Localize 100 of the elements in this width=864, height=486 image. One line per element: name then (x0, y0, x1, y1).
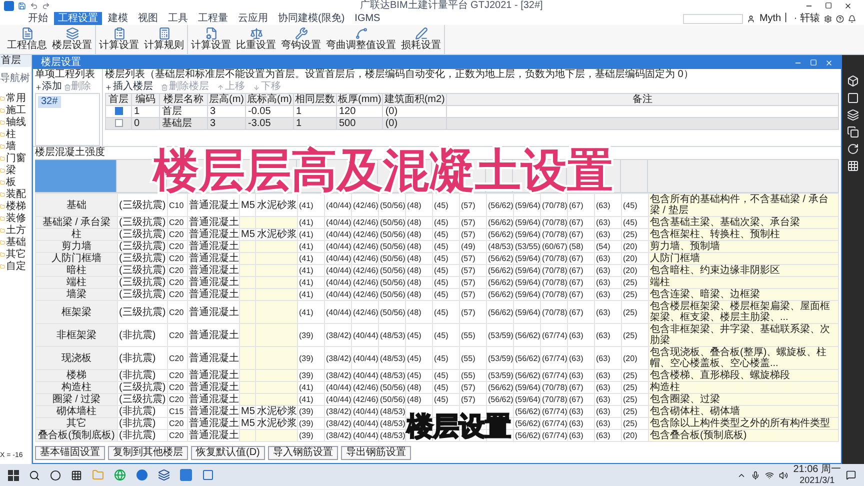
navigation-item[interactable]: 土方 (0, 225, 31, 236)
table-cell: (40/44) (324, 194, 352, 216)
navigation-item[interactable]: 门窗 (0, 153, 31, 164)
ribbon-button[interactable]: 弯曲调整值设置 (325, 25, 397, 54)
menu-tab[interactable]: 协同建模(限免) (274, 12, 349, 25)
ribbon-button[interactable]: 工程信息 (6, 25, 48, 54)
cube-icon[interactable] (847, 75, 859, 87)
dialog-button[interactable]: 恢复默认值(D) (191, 446, 265, 460)
search-icon[interactable] (29, 470, 40, 480)
undo-icon[interactable] (30, 2, 38, 10)
close-icon[interactable] (844, 2, 852, 10)
speaker-icon[interactable] (779, 470, 788, 480)
task-view-icon[interactable] (71, 470, 82, 480)
navigation-item[interactable]: 轴线 (0, 117, 31, 128)
search-field[interactable] (683, 14, 744, 24)
ribbon-button[interactable]: 计算设置 (98, 25, 140, 54)
table-cell: 500 (336, 118, 383, 130)
dialog-title: 楼层设置 (41, 56, 81, 68)
plus-icon (105, 84, 112, 90)
table-cell: (48) (406, 300, 432, 324)
user-name[interactable]: Myth丨 · 轩辕 (759, 12, 820, 24)
table-cell: 构造柱 (36, 382, 118, 394)
section-title: 单项工程列表 (35, 69, 96, 80)
round-app-icon[interactable] (136, 469, 148, 481)
navigation-item[interactable]: 板 (0, 177, 31, 188)
menu-tab[interactable]: 工程量 (194, 12, 232, 25)
table-cell: (三级抗震) (118, 288, 168, 300)
help-icon[interactable] (836, 14, 844, 22)
table-cell: (50/56) (378, 300, 406, 324)
table-cell: (三级抗震) (118, 264, 168, 276)
project-item[interactable]: 32# (38, 96, 61, 108)
navigation-item[interactable]: 基础 (0, 237, 31, 248)
navigation-item[interactable]: 梁 (0, 165, 31, 176)
navigation-item[interactable]: 常用 (0, 93, 31, 104)
bell-icon[interactable] (848, 14, 856, 22)
dialog-button[interactable]: 基本锚固设置 (35, 446, 105, 460)
stack-icon[interactable] (158, 469, 170, 481)
navigation-item[interactable]: 施工 (0, 105, 31, 116)
ribbon-button[interactable]: 计算规则 (143, 25, 185, 54)
table-cell: (45) (432, 194, 460, 216)
windows-logo-icon[interactable] (8, 470, 19, 480)
ribbon-button[interactable]: 楼层设置 (51, 25, 93, 54)
floor-tab[interactable]: 首层 (0, 55, 31, 67)
save-icon[interactable] (18, 2, 26, 10)
table-cell: (63) (594, 194, 622, 216)
navigation-item[interactable]: 装修 (0, 213, 31, 224)
dialog-button[interactable]: 导入钢筋设置 (268, 446, 338, 460)
microphone-icon[interactable] (751, 470, 760, 480)
table-cell: (63) (594, 300, 622, 324)
column-header: 层高(m) (208, 94, 246, 106)
table-cell: 包含框架柱、转换柱、预制柱 (648, 228, 838, 240)
checkbox[interactable] (114, 119, 122, 128)
menu-tab[interactable]: 视图 (134, 12, 162, 25)
navigation-item[interactable]: 墙 (0, 141, 31, 152)
wifi-icon[interactable] (765, 470, 774, 480)
menu-tab[interactable]: 开始 (24, 12, 52, 25)
table-cell: 0 (132, 118, 160, 130)
toolbar-button[interactable]: 添加 (35, 81, 62, 93)
navigation-item[interactable]: 自定 (0, 261, 31, 272)
layers-icon[interactable] (847, 109, 859, 121)
ribbon-button[interactable]: 比重设置 (235, 25, 277, 54)
table-cell: (三级抗震) (118, 276, 168, 288)
table-cell: 暗柱 (36, 264, 118, 276)
table-cell: (70/78) (540, 194, 568, 216)
menu-tab[interactable]: IGMS (350, 12, 384, 25)
checkbox[interactable] (114, 107, 122, 116)
toolbar-button[interactable]: 插入楼层 (105, 81, 153, 93)
settings-icon[interactable] (824, 14, 832, 22)
column-header: 建筑面积(m2) (382, 94, 446, 106)
menu-tab[interactable]: 云应用 (234, 12, 272, 25)
copy-icon[interactable] (847, 126, 859, 138)
navigation-item[interactable]: 其它 (0, 249, 31, 260)
folder-icon (0, 120, 5, 125)
menu-tab[interactable]: 工具 (164, 12, 192, 25)
wrench-icon (294, 27, 308, 40)
table-cell: (56/62) (514, 324, 540, 346)
ribbon-button[interactable]: 弯钩设置 (280, 25, 322, 54)
ribbon-button[interactable]: 损耗设置 (400, 25, 442, 54)
table-cell: 墙梁 (36, 288, 118, 300)
table-cell: (67/74) (540, 324, 568, 346)
redo-icon[interactable] (42, 2, 50, 10)
table-cell: 包含楼层框架梁、楼层框架扁梁、屋面框架梁、框支梁、楼层主肋梁、... (648, 300, 838, 324)
menu-tab[interactable]: 建模 (104, 12, 132, 25)
globe-icon[interactable] (114, 469, 126, 481)
rotate-icon[interactable] (847, 143, 859, 155)
dialog-button[interactable]: 导出钢筋设置 (340, 446, 411, 460)
square-icon[interactable] (847, 92, 859, 104)
maximize-icon[interactable] (825, 2, 832, 9)
circle-icon[interactable] (50, 470, 61, 480)
navigation-item[interactable]: 装配 (0, 189, 31, 200)
notification-icon[interactable] (846, 470, 856, 480)
square-app-icon[interactable] (202, 469, 214, 481)
table-cell: (40/44) (324, 300, 352, 324)
dialog-button[interactable]: 复制到其他楼层 (108, 446, 188, 460)
menu-tab[interactable]: 工程设置 (54, 12, 102, 25)
navigation-item[interactable]: 楼梯 (0, 201, 31, 212)
table-cell: (三级抗震) (118, 216, 168, 228)
grid-icon[interactable] (847, 160, 859, 172)
navigation-item[interactable]: 柱 (0, 129, 31, 140)
ribbon-button[interactable]: 计算设置 (190, 25, 232, 54)
